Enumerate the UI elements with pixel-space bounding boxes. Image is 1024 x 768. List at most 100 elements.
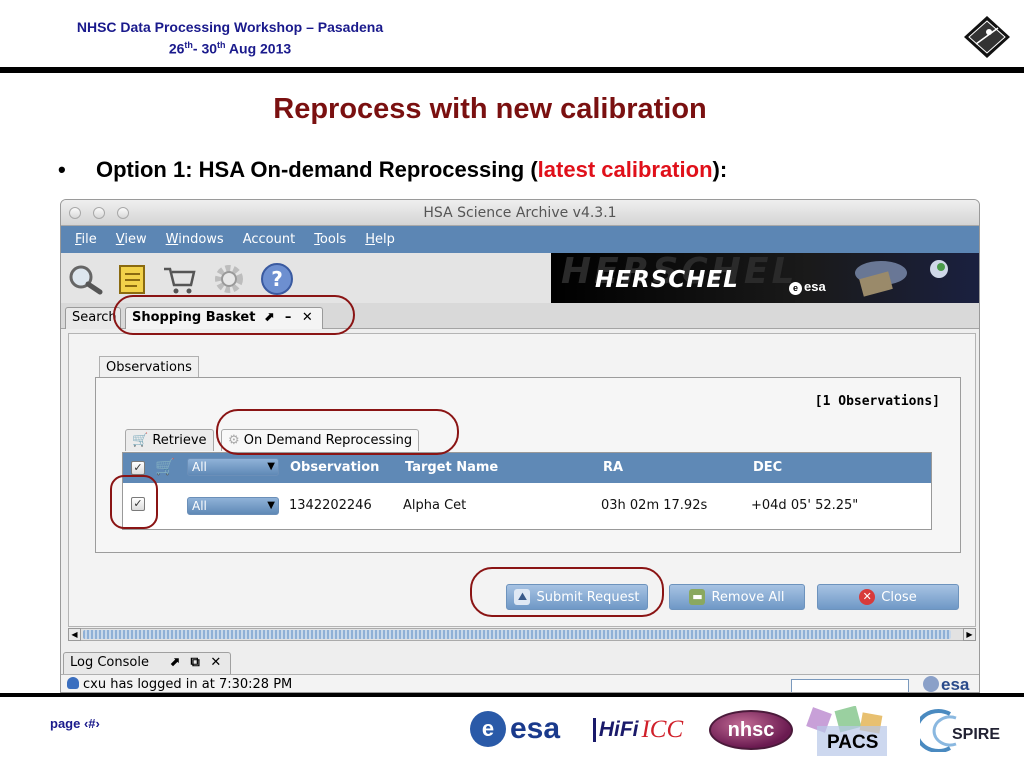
esa-logo: e esa (462, 707, 568, 751)
workshop-dates: 26th- 30th Aug 2013 (60, 36, 400, 58)
menu-account[interactable]: Account (243, 232, 296, 247)
workshop-header: NHSC Data Processing Workshop – Pasadena… (60, 18, 400, 58)
cart-icon: 🛒 (155, 459, 175, 476)
highlight-ring-checkbox (110, 475, 158, 529)
status-esa-label: esa (941, 675, 970, 693)
pacs-logo: PACS (803, 706, 907, 758)
tab-observations[interactable]: Observations (99, 356, 199, 378)
bullet-highlight: latest calibration (537, 157, 713, 182)
option-bullet: • Option 1: HSA On-demand Reprocessing (l… (58, 157, 727, 183)
column-dec[interactable]: DEC (753, 460, 782, 475)
notepad-icon[interactable] (115, 261, 151, 297)
hifi-label: HiFi (592, 718, 638, 742)
banner-title: HERSCHEL (595, 267, 739, 293)
close-button[interactable]: ✕ Close (817, 584, 959, 610)
log-console-label: Log Console (70, 655, 149, 670)
menu-view[interactable]: View (116, 232, 147, 247)
close-window-icon[interactable] (69, 207, 81, 219)
herschel-banner: HERSCHEL HERSCHEL e esa (551, 253, 979, 303)
cell-dec: +04d 05' 52.25" (751, 498, 859, 513)
cart-icon[interactable] (161, 261, 197, 297)
highlight-ring-submit (470, 567, 664, 617)
menu-help-label: elp (375, 232, 395, 247)
tab-retrieve-label: Retrieve (152, 433, 207, 448)
esa-mark-icon: e (469, 711, 506, 747)
zoom-window-icon[interactable] (117, 207, 129, 219)
gear-icon[interactable] (211, 261, 247, 297)
date-end: - 30 (192, 40, 218, 57)
workshop-title: NHSC Data Processing Workshop – Pasadena (76, 19, 384, 35)
observation-count: [1 Observations] (814, 394, 940, 409)
cart-icon: 🛒 (132, 433, 149, 448)
row-select-value: All (192, 499, 207, 513)
window-titlebar: HSA Science Archive v4.3.1 (61, 200, 979, 226)
chevron-down-icon: ▼ (267, 500, 275, 511)
horizontal-scrollbar[interactable]: ◀ ▶ (68, 628, 976, 641)
minimize-window-icon[interactable] (93, 207, 105, 219)
header-select-dropdown[interactable]: All ▼ (187, 458, 279, 476)
log-controls-icon[interactable]: ⬈ ⧉ ✕ (169, 655, 224, 670)
status-progress-field (791, 679, 909, 692)
status-message: cxu has logged in at 7:30:28 PM (83, 677, 293, 692)
cell-observation: 1342202246 (289, 498, 372, 513)
slide-title: Reprocess with new calibration (273, 93, 707, 125)
close-label: Close (881, 589, 917, 605)
nhsc-logo: nhsc (709, 710, 793, 750)
esa-mark-icon: e (789, 282, 802, 295)
row-select-dropdown[interactable]: All ▼ (187, 497, 279, 515)
trash-icon: ▬ (689, 589, 706, 605)
status-bar: cxu has logged in at 7:30:28 PM esa (61, 674, 979, 693)
cell-ra: 03h 02m 17.92s (601, 498, 708, 513)
svg-text:?: ? (271, 267, 283, 291)
highlight-ring-basket (113, 295, 355, 335)
column-ra[interactable]: RA (603, 460, 623, 475)
close-icon: ✕ (859, 589, 876, 605)
date-start: 26 (168, 40, 185, 57)
menu-bar: File View Windows Account Tools Help (61, 226, 979, 253)
scroll-left-icon[interactable]: ◀ (68, 628, 81, 641)
scroll-right-icon[interactable]: ▶ (963, 628, 976, 641)
header-select-value: All (192, 460, 207, 474)
bullet-dot-icon: • (58, 157, 66, 182)
scrollbar-thumb[interactable] (83, 630, 951, 639)
header-rule (0, 67, 1024, 73)
herschel-logo-icon (964, 16, 1010, 58)
menu-file-label: ile (81, 232, 97, 247)
menu-file[interactable]: File (75, 232, 97, 247)
menu-help[interactable]: Help (365, 232, 395, 247)
tab-log-console[interactable]: Log Console ⬈ ⧉ ✕ (63, 652, 232, 674)
status-esa-logo: esa (923, 675, 970, 693)
esa-mark-icon (923, 676, 939, 692)
select-all-checkbox[interactable]: ✓ (131, 461, 145, 475)
column-target-name[interactable]: Target Name (405, 460, 498, 475)
icc-label: ICC (641, 716, 684, 743)
search-icon[interactable] (67, 261, 103, 297)
chevron-down-icon: ▼ (267, 461, 275, 472)
hsa-window: HSA Science Archive v4.3.1 File View Win… (60, 199, 980, 693)
menu-windows-mnemonic: W (165, 232, 179, 247)
tab-retrieve[interactable]: 🛒 Retrieve (125, 429, 214, 451)
date-month: Aug 2013 (225, 40, 292, 57)
menu-windows[interactable]: Windows (166, 232, 224, 247)
highlight-ring-on-demand (216, 409, 459, 455)
satellite-icon (855, 260, 948, 297)
spire-logo: SPIRE (920, 708, 1016, 752)
table-header: ✓ 🛒 All ▼ Observation Target Name RA DEC (123, 453, 931, 483)
menu-tools[interactable]: Tools (314, 232, 346, 247)
table-row[interactable]: ✓ All ▼ 1342202246 Alpha Cet 03h 02m 17.9… (123, 483, 931, 529)
remove-all-button[interactable]: ▬ Remove All (669, 584, 805, 610)
pacs-label: PACS (827, 732, 879, 753)
spire-label: SPIRE (952, 726, 1001, 743)
observation-table: ✓ 🛒 All ▼ Observation Target Name RA DEC … (122, 452, 932, 530)
menu-help-mnemonic: H (365, 232, 375, 247)
menu-windows-label: indows (178, 232, 224, 247)
user-icon (67, 677, 79, 689)
window-title: HSA Science Archive v4.3.1 (423, 205, 617, 221)
menu-view-label: iew (124, 232, 147, 247)
page-number: page ‹#› (50, 716, 100, 731)
bullet-suffix: ): (712, 157, 728, 182)
banner-esa: e esa (789, 279, 826, 295)
cell-target: Alpha Cet (403, 498, 467, 513)
help-icon[interactable]: ? (259, 261, 295, 297)
column-observation[interactable]: Observation (290, 460, 379, 475)
